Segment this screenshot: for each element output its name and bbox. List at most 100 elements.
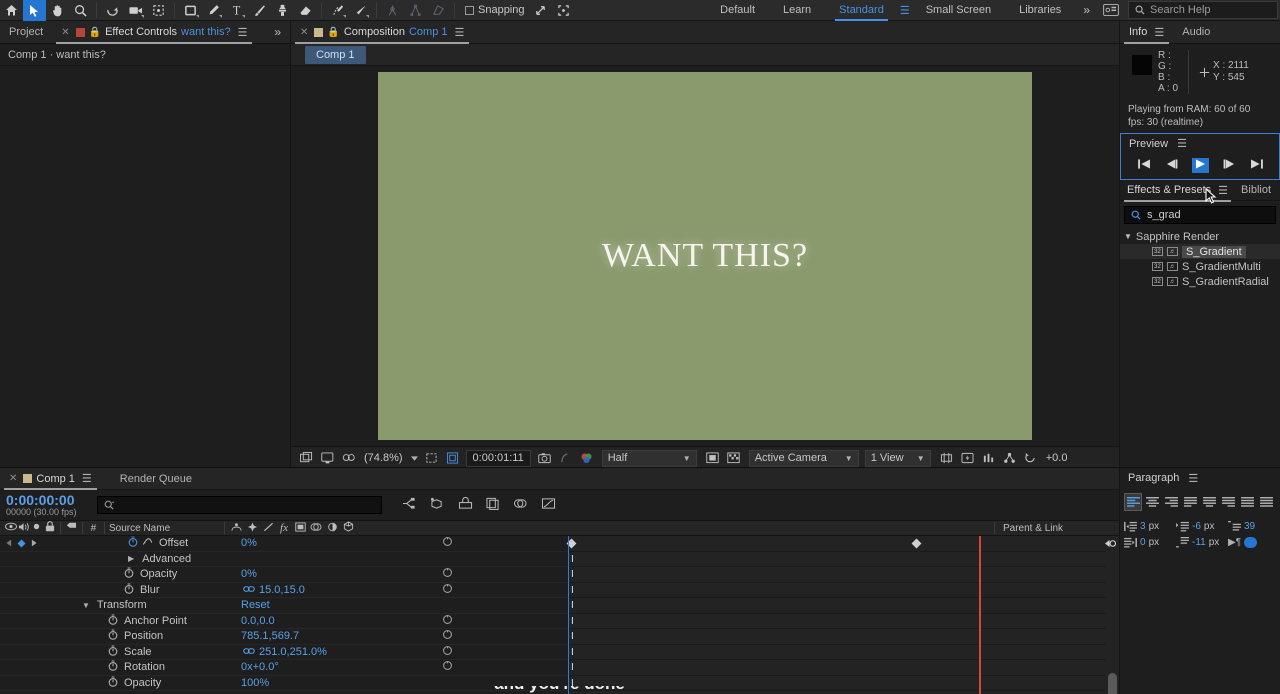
close-icon[interactable]: ✕	[9, 473, 17, 484]
quality-icon[interactable]	[261, 522, 275, 535]
renderer-icon[interactable]	[979, 448, 998, 468]
effect-item-s-gradientmulti[interactable]: 32 ♬ S_GradientMulti	[1120, 259, 1280, 274]
fast-preview-icon[interactable]	[958, 448, 977, 468]
graph-row[interactable]: I	[568, 645, 1119, 660]
selection-tool-icon[interactable]	[23, 0, 46, 21]
justify-full-button[interactable]	[1258, 493, 1276, 511]
timeline-row-transform[interactable]: ▼ Transform Reset	[0, 598, 568, 614]
layer-bar-handle[interactable]: I	[571, 662, 574, 673]
tab-composition[interactable]: ✕ 🔒 Composition Comp 1 ☰	[291, 21, 473, 44]
layer-bar-handle[interactable]: I	[571, 631, 574, 642]
frame-blend-icon[interactable]	[293, 521, 307, 535]
property-value[interactable]: 0%	[241, 537, 257, 549]
always-preview-icon[interactable]	[297, 448, 316, 468]
lock-icon[interactable]: 🔒	[327, 27, 339, 38]
timeline-pixel-icon[interactable]	[937, 448, 956, 468]
close-icon[interactable]: ✕	[300, 27, 308, 38]
graph-editor-toggle-icon[interactable]	[142, 537, 153, 549]
indent-left-margin[interactable]: 3 px	[1124, 518, 1176, 534]
resolution-select[interactable]: Half ▼	[601, 449, 697, 467]
hand-tool-icon[interactable]	[46, 0, 69, 21]
graph-row[interactable]: I	[568, 552, 1119, 567]
parent-pickwhip-icon[interactable]	[440, 660, 454, 674]
graph-editor-icon[interactable]	[541, 497, 556, 513]
timeline-scrollbar-thumb[interactable]	[1108, 673, 1117, 694]
adjustment-layer-icon[interactable]	[325, 522, 339, 535]
eye-icon[interactable]	[4, 522, 17, 534]
panel-menu-icon[interactable]: ☰	[455, 26, 465, 39]
workspace-learn[interactable]: Learn	[769, 0, 825, 21]
parent-pickwhip-icon[interactable]	[440, 645, 454, 659]
timeline-row-opacity-2[interactable]: Opacity 100%	[0, 676, 568, 691]
collapse-transform-icon[interactable]	[245, 521, 259, 535]
type-tool-icon[interactable]: T	[225, 0, 248, 21]
tab-audio[interactable]: Audio	[1173, 21, 1219, 44]
show-snapshot-icon[interactable]	[556, 448, 575, 468]
timeline-row-anchor-point[interactable]: Anchor Point 0.0,0.0	[0, 614, 568, 629]
graph-row[interactable]: I	[568, 567, 1119, 583]
motion-blur-icon[interactable]	[513, 497, 528, 513]
snapping-toggle[interactable]: Snapping	[465, 4, 525, 16]
timeline-scrollbar-track[interactable]	[1106, 550, 1119, 694]
graph-row[interactable]: I	[568, 583, 1119, 598]
workspace-menu-icon[interactable]: ☰	[898, 4, 912, 17]
parent-pickwhip-icon[interactable]	[440, 567, 454, 581]
stopwatch-icon[interactable]	[108, 676, 118, 690]
puppet-pin-tool-icon[interactable]	[349, 0, 372, 21]
views-select[interactable]: 1 View ▼	[864, 449, 931, 467]
graph-row[interactable]: I	[568, 598, 1119, 614]
snap-arrow-icon[interactable]	[529, 0, 552, 21]
parent-pickwhip-icon[interactable]	[440, 536, 454, 550]
property-value[interactable]: 0.0,0.0	[241, 615, 275, 627]
next-frame-button[interactable]	[1223, 159, 1236, 172]
link-icon[interactable]	[243, 584, 255, 596]
exposure-reset-icon[interactable]	[1021, 448, 1040, 468]
graph-row[interactable]: I	[568, 660, 1119, 676]
parent-pickwhip-icon[interactable]	[440, 629, 454, 643]
panel-menu-icon[interactable]: ☰	[1177, 137, 1187, 150]
stopwatch-icon[interactable]	[108, 660, 118, 674]
panel-menu-icon[interactable]: ☰	[238, 26, 248, 39]
align-center-button[interactable]	[1143, 493, 1161, 511]
tab-project[interactable]: Project	[0, 21, 52, 44]
graph-row[interactable]: I	[568, 614, 1119, 629]
graph-row[interactable]: I	[568, 629, 1119, 645]
effects-search-field[interactable]: s_grad	[1124, 206, 1276, 224]
property-value[interactable]: 0x+0.0°	[241, 661, 279, 673]
tab-effect-controls[interactable]: ✕ 🔒 Effect Controls want this? ☰	[52, 21, 256, 44]
chevron-down-icon[interactable]: ▼	[1124, 232, 1132, 241]
column-source-name[interactable]: Source Name	[109, 523, 214, 534]
chevron-down-icon[interactable]	[409, 448, 420, 468]
search-help-field[interactable]: Search Help	[1128, 1, 1278, 19]
layer-bar-handle[interactable]: I	[571, 600, 574, 611]
3d-view-icon[interactable]	[1000, 448, 1019, 468]
graph-row[interactable]: I	[568, 676, 1119, 691]
property-value[interactable]: 0%	[241, 568, 257, 580]
tab-info[interactable]: Info ☰	[1120, 21, 1173, 44]
3d-layer-icon[interactable]	[341, 521, 355, 535]
zoom-tool-icon[interactable]	[69, 0, 92, 21]
timeline-row-offset[interactable]: Offset 0%	[0, 536, 568, 552]
current-time-field[interactable]: 0:00:01:11	[465, 449, 531, 467]
last-frame-button[interactable]	[1250, 159, 1263, 172]
stopwatch-icon[interactable]	[124, 567, 134, 581]
workspace-default[interactable]: Default	[706, 0, 769, 21]
timeline-row-scale[interactable]: Scale 251.0,251.0%	[0, 645, 568, 660]
justify-all-button[interactable]	[1239, 493, 1257, 511]
timeline-row-position[interactable]: Position 785.1,569.7	[0, 629, 568, 645]
stopwatch-icon[interactable]	[128, 536, 138, 550]
parent-pickwhip-icon[interactable]	[440, 583, 454, 597]
effect-item-s-gradient[interactable]: 32 ♬ S_Gradient	[1120, 244, 1280, 259]
timecode-display[interactable]: 0:00:00:00 00000 (30.00 fps)	[6, 493, 77, 517]
link-icon[interactable]	[243, 646, 255, 658]
space-after-paragraph[interactable]: -11 px	[1176, 534, 1228, 550]
checkerboard-icon[interactable]	[724, 448, 743, 468]
close-icon[interactable]: ✕	[61, 27, 69, 38]
frame-blending-icon[interactable]	[486, 497, 500, 513]
timeline-row-opacity[interactable]: Opacity 0%	[0, 567, 568, 583]
indent-first-line[interactable]: -6 px	[1176, 518, 1228, 534]
workspace-standard[interactable]: Standard	[825, 0, 898, 21]
effects-category-sapphire-render[interactable]: ▼ Sapphire Render	[1120, 229, 1280, 244]
comp-subtab-comp1[interactable]: Comp 1	[305, 45, 366, 64]
justify-last-left-button[interactable]	[1181, 493, 1199, 511]
